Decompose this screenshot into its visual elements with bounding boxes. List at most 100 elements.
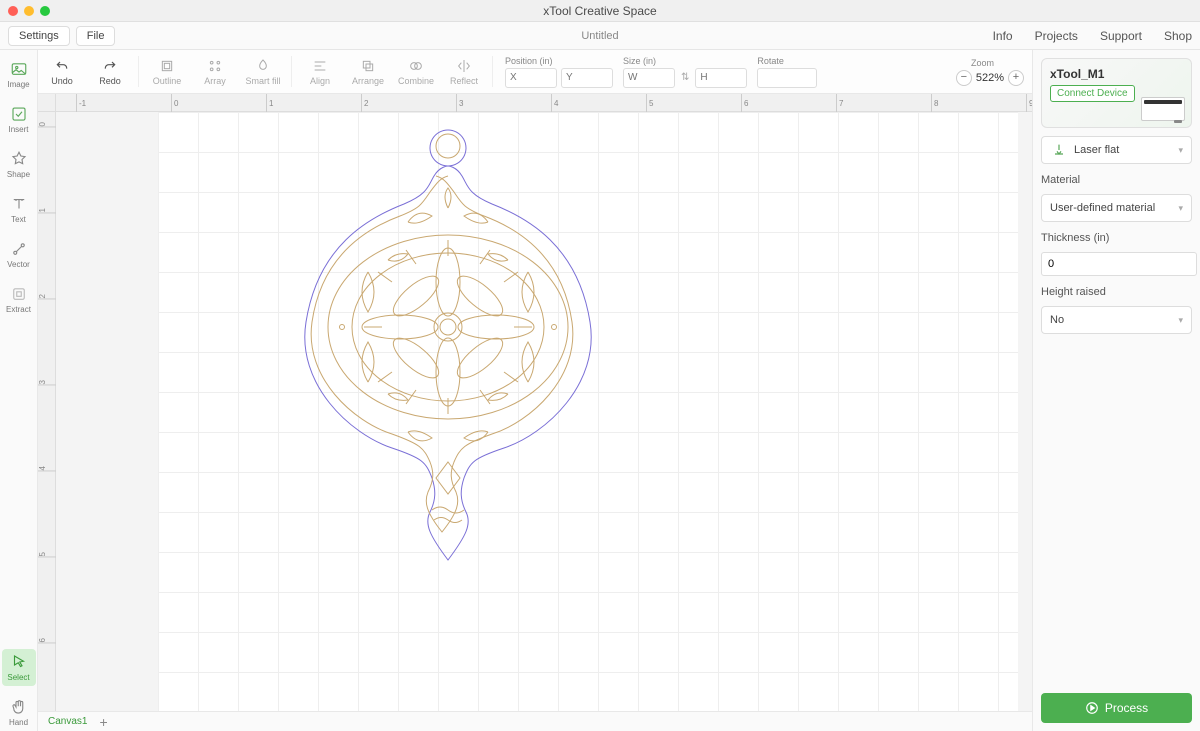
insert-tool-label: Insert bbox=[8, 125, 28, 134]
arrange-icon bbox=[360, 58, 376, 74]
extract-tool[interactable]: Extract bbox=[2, 281, 36, 318]
hand-tool[interactable]: Hand bbox=[2, 694, 36, 731]
menubar: Settings File Untitled Info Projects Sup… bbox=[0, 22, 1200, 50]
canvas-tab-1[interactable]: Canvas1 bbox=[42, 714, 93, 729]
position-x-input[interactable] bbox=[505, 68, 557, 88]
ruler-vertical: 0123456 bbox=[38, 112, 56, 731]
size-w-input[interactable] bbox=[623, 68, 675, 88]
align-button[interactable]: Align bbox=[296, 58, 344, 86]
extract-tool-label: Extract bbox=[6, 305, 31, 314]
extract-icon bbox=[10, 285, 28, 303]
left-toolbar: Image Insert Shape Text Vector Extract S… bbox=[0, 50, 38, 731]
window-titlebar: xTool Creative Space bbox=[0, 0, 1200, 22]
material-select[interactable]: User-defined material ▾ bbox=[1041, 194, 1192, 222]
select-tool-label: Select bbox=[7, 673, 29, 682]
process-button[interactable]: Process bbox=[1041, 693, 1192, 723]
select-tool[interactable]: Select bbox=[2, 649, 36, 686]
undo-label: Undo bbox=[51, 76, 73, 86]
image-tool-label: Image bbox=[7, 80, 29, 89]
combine-button[interactable]: Combine bbox=[392, 58, 440, 86]
array-icon bbox=[207, 58, 223, 74]
rotate-input[interactable] bbox=[757, 68, 817, 88]
align-icon bbox=[312, 58, 328, 74]
shape-icon bbox=[10, 150, 28, 168]
height-raised-value: No bbox=[1050, 314, 1064, 326]
shape-tool[interactable]: Shape bbox=[2, 146, 36, 183]
cursor-icon bbox=[10, 653, 28, 671]
size-h-input[interactable] bbox=[695, 68, 747, 88]
undo-button[interactable]: Undo bbox=[38, 58, 86, 86]
lock-aspect-icon[interactable]: ⇅ bbox=[679, 72, 691, 83]
height-raised-select[interactable]: No ▾ bbox=[1041, 306, 1192, 334]
zoom-in-button[interactable]: + bbox=[1008, 70, 1024, 86]
zoom-label: Zoom bbox=[971, 58, 994, 68]
position-fields: Position (in) bbox=[505, 56, 613, 88]
smartfill-button[interactable]: Smart fill bbox=[239, 58, 287, 86]
ruler-corner bbox=[38, 94, 56, 112]
mode-select[interactable]: Laser flat ▾ bbox=[1041, 136, 1192, 164]
outline-button[interactable]: Outline bbox=[143, 58, 191, 86]
arrange-label: Arrange bbox=[352, 76, 384, 86]
undo-icon bbox=[54, 58, 70, 74]
hand-icon bbox=[10, 698, 28, 716]
outline-icon bbox=[159, 58, 175, 74]
reflect-icon bbox=[456, 58, 472, 74]
redo-icon bbox=[102, 58, 118, 74]
insert-icon bbox=[10, 105, 28, 123]
canvas-paper[interactable] bbox=[158, 112, 1018, 722]
height-raised-label: Height raised bbox=[1041, 286, 1192, 298]
chevron-down-icon: ▾ bbox=[1178, 145, 1183, 156]
device-name: xTool_M1 bbox=[1050, 67, 1183, 81]
file-button[interactable]: File bbox=[76, 26, 116, 46]
app-title: xTool Creative Space bbox=[0, 4, 1200, 18]
text-tool-label: Text bbox=[11, 215, 26, 224]
mode-value: Laser flat bbox=[1074, 144, 1119, 156]
nav-shop[interactable]: Shop bbox=[1164, 29, 1192, 43]
vector-tool-label: Vector bbox=[7, 260, 30, 269]
array-button[interactable]: Array bbox=[191, 58, 239, 86]
chevron-down-icon: ▾ bbox=[1178, 203, 1183, 214]
position-label: Position (in) bbox=[505, 56, 613, 66]
arrange-button[interactable]: Arrange bbox=[344, 58, 392, 86]
position-y-input[interactable] bbox=[561, 68, 613, 88]
redo-label: Redo bbox=[99, 76, 121, 86]
canvas-area[interactable]: -10123456789 0123456 bbox=[38, 94, 1032, 731]
thickness-input[interactable] bbox=[1041, 252, 1197, 276]
text-tool[interactable]: Text bbox=[2, 191, 36, 228]
process-label: Process bbox=[1105, 701, 1148, 715]
reflect-button[interactable]: Reflect bbox=[440, 58, 488, 86]
right-panel: xTool_M1 Connect Device Laser flat ▾ Mat… bbox=[1032, 50, 1200, 731]
nav-support[interactable]: Support bbox=[1100, 29, 1142, 43]
settings-button[interactable]: Settings bbox=[8, 26, 70, 46]
text-icon bbox=[10, 195, 28, 213]
zoom-value: 522% bbox=[976, 72, 1004, 84]
connect-device-button[interactable]: Connect Device bbox=[1050, 85, 1135, 102]
combine-label: Combine bbox=[398, 76, 434, 86]
insert-tool[interactable]: Insert bbox=[2, 101, 36, 138]
add-canvas-button[interactable]: + bbox=[99, 715, 107, 729]
outline-label: Outline bbox=[153, 76, 182, 86]
align-label: Align bbox=[310, 76, 330, 86]
size-fields: Size (in) ⇅ bbox=[623, 56, 747, 88]
play-icon bbox=[1085, 701, 1099, 715]
vector-tool[interactable]: Vector bbox=[2, 236, 36, 273]
chevron-down-icon: ▾ bbox=[1178, 315, 1183, 326]
reflect-label: Reflect bbox=[450, 76, 478, 86]
vector-icon bbox=[10, 240, 28, 258]
material-value: User-defined material bbox=[1050, 202, 1155, 214]
rotate-field: Rotate bbox=[757, 56, 817, 88]
top-toolbar: Undo Redo Outline Array Smart fill Align… bbox=[38, 50, 1032, 94]
rotate-label: Rotate bbox=[757, 56, 817, 66]
combine-icon bbox=[408, 58, 424, 74]
smartfill-icon bbox=[255, 58, 271, 74]
smartfill-label: Smart fill bbox=[245, 76, 280, 86]
image-tool[interactable]: Image bbox=[2, 56, 36, 93]
thickness-label: Thickness (in) bbox=[1041, 232, 1192, 244]
nav-info[interactable]: Info bbox=[993, 29, 1013, 43]
array-label: Array bbox=[204, 76, 226, 86]
ornament-artwork[interactable] bbox=[268, 122, 628, 572]
redo-button[interactable]: Redo bbox=[86, 58, 134, 86]
hand-tool-label: Hand bbox=[9, 718, 28, 727]
nav-projects[interactable]: Projects bbox=[1035, 29, 1078, 43]
zoom-out-button[interactable]: − bbox=[956, 70, 972, 86]
